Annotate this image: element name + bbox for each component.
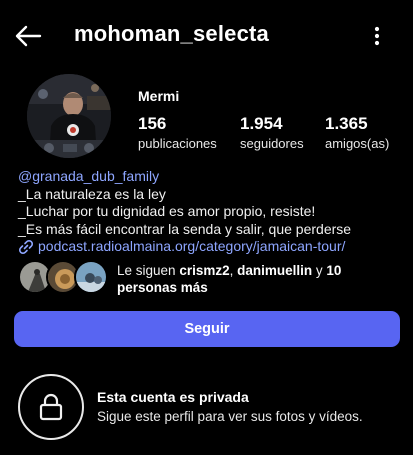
vertical-dots-icon: [374, 26, 380, 46]
bio-website-link-text: podcast.radioalmaina.org/category/jamaic…: [38, 238, 346, 254]
stat-posts[interactable]: 156 publicaciones: [138, 114, 217, 153]
bio-line-2: _Luchar por tu dignidad es amor propio, …: [18, 203, 316, 219]
stat-friends-label: amigos(as): [325, 136, 390, 151]
bio-mention-link[interactable]: @granada_dub_family: [18, 168, 403, 186]
profile-avatar[interactable]: [27, 74, 111, 158]
link-icon: [18, 239, 34, 255]
profile-username: mohoman_selecta: [74, 21, 269, 46]
profile-display-name: Mermi: [138, 88, 180, 104]
stat-followers-label: seguidores: [240, 136, 304, 151]
follow-button-label: Seguir: [184, 321, 230, 337]
mutual-prefix: Le siguen: [117, 263, 180, 278]
follow-button[interactable]: Seguir: [14, 311, 400, 347]
mutual-separator: ,: [229, 263, 238, 278]
private-account-notice: Esta cuenta es privada Sigue este perfil…: [18, 374, 398, 444]
stat-friends[interactable]: 1.365 amigos(as): [325, 114, 389, 153]
stat-posts-label: publicaciones: [138, 136, 217, 151]
lock-icon: [39, 393, 63, 421]
stat-followers[interactable]: 1.954 seguidores: [240, 114, 304, 153]
arrow-left-icon: [15, 25, 42, 47]
stat-posts-count: 156: [138, 114, 167, 133]
profile-bio: @granada_dub_family _La naturaleza es la…: [18, 168, 403, 256]
private-notice-title: Esta cuenta es privada: [97, 389, 249, 405]
mutual-follower-avatar: [74, 260, 108, 294]
mutual-followers-text[interactable]: Le siguen crismz2, danimuellin y 10 pers…: [117, 262, 397, 296]
lock-circle: [18, 374, 84, 440]
bio-line-1: _La naturaleza es la ley: [18, 185, 166, 202]
mutual-user-1: crismz2: [179, 263, 230, 278]
more-options-button[interactable]: [364, 22, 390, 50]
bio-line-3: _Es más fácil encontrar la senda y salir…: [18, 220, 352, 237]
back-button[interactable]: [12, 20, 44, 52]
stat-followers-count: 1.954: [240, 114, 283, 133]
private-notice-subtitle: Sigue este perfil para ver sus fotos y v…: [97, 409, 363, 424]
mutual-conjunction: y: [312, 263, 327, 278]
mutual-followers-avatars[interactable]: [18, 260, 108, 294]
mutual-user-2: danimuellin: [237, 263, 313, 278]
stat-friends-count: 1.365: [325, 114, 368, 133]
bio-website-link[interactable]: podcast.radioalmaina.org/category/jamaic…: [18, 238, 403, 256]
top-bar: mohoman_selecta: [0, 0, 413, 70]
